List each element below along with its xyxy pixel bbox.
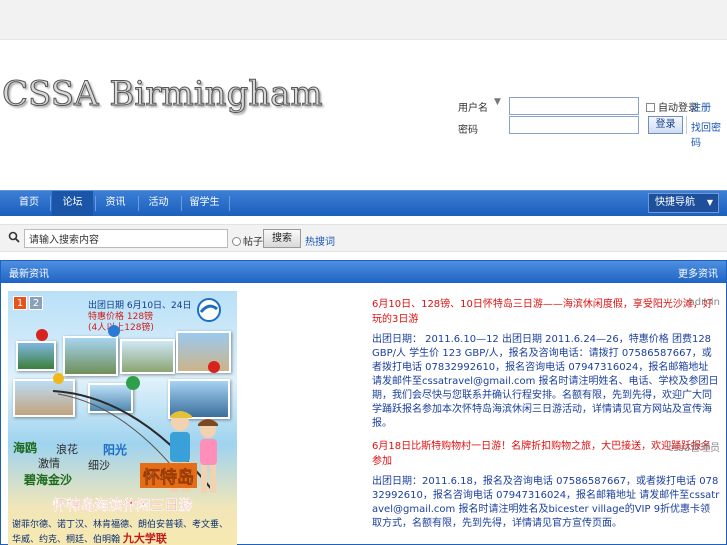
radio-icon[interactable] — [232, 237, 241, 246]
news-summary: 出团日期：2011.6.18，报名及咨询电话 07586587667，或者拨打电… — [372, 476, 720, 529]
search-button[interactable]: 搜索 — [263, 229, 301, 248]
chevron-down-icon[interactable]: ▼ — [494, 97, 501, 107]
slide-page-1[interactable]: 1 — [13, 296, 27, 310]
panel-header: 最新资讯 更多资讯 — [1, 261, 726, 283]
slide-banner: 怀特岛海滨休闲三日游 — [52, 498, 193, 514]
news-author[interactable]: admin — [689, 297, 720, 308]
news-item: 6月18日比斯特购物村一日游！名牌折扣购物之旅，大巴接送，欢迎踊跃报名参加 cs… — [372, 439, 720, 531]
checkbox-icon[interactable] — [646, 103, 655, 112]
login-button[interactable]: 登录 — [648, 116, 683, 134]
search-type-radio[interactable]: 帖子 — [232, 233, 263, 248]
top-bar — [0, 0, 727, 40]
slide-date-line: 出团日期 6月10日、24日 — [88, 301, 192, 311]
nav-divider — [95, 196, 96, 211]
chevron-down-icon: ▼ — [706, 198, 713, 207]
main-nav: 首页 论坛 资讯 活动 留学生 快捷导航 ▼ — [0, 190, 727, 216]
slide-page-2[interactable]: 2 — [29, 296, 43, 310]
nav-item-news[interactable]: 资讯 — [97, 191, 134, 216]
site-header: CSSA Birmingham 用户名 ▼ 自动登录 注册 密码 登录 找回密码 — [0, 40, 727, 190]
more-news-link[interactable]: 更多资讯 — [678, 265, 718, 280]
slide-photo — [63, 336, 118, 376]
news-title[interactable]: 6月10日、128镑、10日怀特岛三日游——海滨休闲度假，享受阳光沙滩，好玩的3… — [372, 299, 713, 325]
quick-nav-label: 快捷导航 — [655, 197, 695, 208]
search-icon — [8, 231, 20, 243]
register-link[interactable]: 注册 — [691, 99, 711, 114]
login-form: 用户名 ▼ 自动登录 注册 密码 登录 找回密码 — [458, 96, 727, 149]
nav-item-home[interactable]: 首页 — [10, 191, 48, 216]
search-bar: 帖子 搜索 热搜词 — [0, 224, 727, 252]
nav-item-events[interactable]: 活动 — [140, 191, 177, 216]
username-label: 用户名 — [458, 103, 488, 114]
slide-photo — [16, 341, 56, 371]
nav-divider — [50, 196, 51, 211]
slide-footer-line: 谢菲尔德、诺丁汉、林肯福德、朗伯安普顿、考文垂、 — [12, 520, 229, 530]
slide-footer-strong: 九大学联 — [122, 532, 167, 545]
nav-divider — [229, 196, 230, 211]
nav-divider — [181, 196, 182, 211]
balloon-icon — [208, 361, 220, 373]
slide-footer: 谢菲尔德、诺丁汉、林肯福德、朗伯安普顿、考文垂、 华威、约克、桐廷、伯明翰 九大… — [12, 519, 237, 545]
slide-price-line: 特惠价格 128镑 — [88, 312, 154, 322]
news-author[interactable]: cssa管理员 — [668, 439, 720, 454]
password-input[interactable] — [509, 116, 639, 134]
slide-word: 海鸥 — [13, 441, 38, 455]
quick-nav-dropdown[interactable]: 快捷导航 ▼ — [648, 193, 719, 213]
slide-footer-line: 华威、约克、桐廷、伯明翰 九大学联 — [12, 532, 167, 545]
balloon-icon — [108, 325, 120, 337]
slide-headline: 怀特岛 — [140, 463, 197, 488]
news-panel: 最新资讯 更多资讯 1 2 出团日期 6月10日、24日 特惠价格 128镑 (… — [0, 260, 727, 545]
forgot-password-link[interactable]: 找回密码 — [691, 119, 727, 149]
password-label: 密码 — [458, 125, 478, 136]
slide-info: 出团日期 6月10日、24日 特惠价格 128镑 (4人以上128镑) — [88, 301, 192, 334]
nav-item-students[interactable]: 留学生 — [183, 191, 226, 216]
slideshow[interactable]: 1 2 出团日期 6月10日、24日 特惠价格 128镑 (4人以上128镑) — [8, 291, 237, 545]
username-input[interactable] — [509, 97, 639, 115]
news-list: 6月10日、128镑、10日怀特岛三日游——海滨休闲度假，享受阳光沙滩，好玩的3… — [372, 297, 720, 539]
nav-item-forum[interactable]: 论坛 — [52, 191, 93, 216]
panel-title: 最新资讯 — [9, 269, 49, 280]
slide-photo — [176, 331, 231, 373]
slide-word: 激情 — [38, 457, 60, 470]
balloon-icon — [53, 373, 64, 384]
news-item: 6月10日、128镑、10日怀特岛三日游——海滨休闲度假，享受阳光沙滩，好玩的3… — [372, 297, 720, 431]
hot-search-link[interactable]: 热搜词 — [305, 233, 335, 248]
slide-word: 细沙 — [88, 459, 110, 472]
slide-word: 阳光 — [103, 443, 128, 457]
travel-logo-icon — [197, 298, 221, 322]
site-logo[interactable]: CSSA Birmingham — [2, 74, 324, 115]
slide-word: 碧海金沙 — [24, 473, 73, 487]
slide-photo — [120, 339, 175, 374]
balloon-icon — [36, 329, 48, 341]
divider — [686, 116, 687, 134]
search-input[interactable] — [24, 229, 228, 248]
news-summary: 出团日期： 2011.6.10—12 出团日期 2011.6.24—26，特惠价… — [372, 334, 719, 429]
search-type-label: 帖子 — [243, 237, 263, 248]
nav-divider — [138, 196, 139, 211]
news-title[interactable]: 6月18日比斯特购物村一日游！名牌折扣购物之旅，大巴接送，欢迎踊跃报名参加 — [372, 441, 711, 467]
